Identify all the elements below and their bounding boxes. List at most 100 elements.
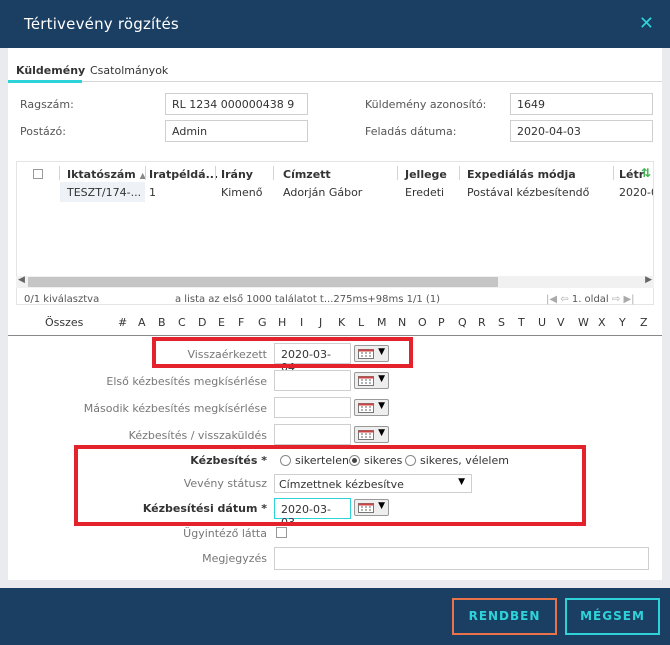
calendar-icon: [358, 376, 374, 386]
filter-letter[interactable]: A: [138, 316, 146, 329]
filter-letter[interactable]: H: [278, 316, 286, 329]
column-separator: [459, 166, 460, 180]
col-header-irany[interactable]: Irány: [221, 168, 253, 181]
tab-kuldemeny[interactable]: Küldemény: [8, 64, 85, 83]
filter-all[interactable]: Összes: [45, 316, 83, 329]
ugyintezo-latta-checkbox[interactable]: [276, 527, 287, 538]
megjegyzes-input[interactable]: [274, 547, 649, 570]
filter-letter[interactable]: E: [218, 316, 225, 329]
col-header-cimzett[interactable]: Címzett: [283, 168, 331, 181]
masodik-kezbesites-label: Második kézbesítés megkísérlése: [83, 402, 267, 415]
calendar-button[interactable]: ▼: [354, 399, 389, 416]
masodik-kezbesites-date-input[interactable]: [274, 397, 351, 418]
horizontal-scrollbar[interactable]: ◀ ▶: [16, 275, 654, 288]
chevron-down-icon: ▼: [378, 428, 385, 438]
filter-letter[interactable]: O: [418, 316, 427, 329]
filter-letter[interactable]: I: [300, 316, 303, 329]
col-header-jellege[interactable]: Jellege: [405, 168, 447, 181]
megjegyzes-label: Megjegyzés: [202, 552, 267, 565]
ok-button[interactable]: RENDBEN: [452, 598, 557, 635]
feladas-label: Feladás dátuma:: [365, 125, 457, 138]
prev-page-icon[interactable]: ⇦: [560, 294, 568, 305]
dialog-title: Tértivevény rögzítés: [24, 15, 179, 33]
cell-letrehozas: 2020-0: [619, 186, 653, 199]
calendar-button[interactable]: ▼: [354, 426, 389, 443]
calendar-icon: [358, 403, 374, 413]
column-separator: [215, 166, 216, 180]
filter-letter[interactable]: T: [518, 316, 525, 329]
filter-letter[interactable]: X: [598, 316, 606, 329]
column-separator: [613, 166, 614, 180]
calendar-icon: [358, 430, 374, 440]
column-separator: [397, 166, 398, 180]
col-header-iratpeldany[interactable]: Iratpéldá...: [149, 168, 218, 181]
ragszam-field[interactable]: RL 1234 000000438 9: [165, 93, 308, 115]
first-page-icon[interactable]: |◀: [546, 294, 557, 305]
alphabet-filter: Összes # A B C D E F G H I J K L M N O P…: [8, 316, 662, 336]
highlight-box-visszaerkezett: [152, 337, 413, 368]
next-page-icon[interactable]: ⇨: [612, 294, 620, 305]
postazo-label: Postázó:: [20, 125, 66, 138]
ragszam-label: Ragszám:: [20, 98, 74, 111]
dialog-content: Küldemény Csatolmányok Ragszám: RL 1234 …: [8, 48, 662, 580]
page-number: 1. oldal: [571, 294, 609, 305]
postazo-field[interactable]: Admin: [165, 120, 308, 142]
filter-letter[interactable]: U: [538, 316, 546, 329]
filter-letter[interactable]: D: [198, 316, 206, 329]
cancel-button[interactable]: MÉGSEM: [565, 598, 660, 635]
dialog-titlebar: Tértivevény rögzítés ✕: [0, 0, 670, 48]
dialog-footer: RENDBEN MÉGSEM: [0, 588, 670, 645]
filter-letter[interactable]: B: [158, 316, 166, 329]
filter-letter[interactable]: J: [319, 316, 322, 329]
scroll-right-icon[interactable]: ▶: [645, 275, 652, 285]
pager: |◀ ⇦ 1. oldal ⇨ ▶|: [546, 294, 635, 305]
filter-letter[interactable]: M: [377, 316, 387, 329]
column-separator: [273, 166, 274, 180]
selection-count: 0/1 kiválasztva: [24, 294, 100, 305]
filter-letter[interactable]: W: [578, 316, 589, 329]
filter-letter[interactable]: Z: [640, 316, 648, 329]
cell-jellege: Eredeti: [405, 186, 445, 199]
filter-letter[interactable]: S: [498, 316, 505, 329]
chevron-down-icon: ▼: [378, 374, 385, 384]
elso-kezbesites-label: Első kézbesítés megkísérlése: [106, 375, 267, 388]
azonosito-label: Küldemény azonosító:: [365, 98, 487, 111]
filter-letter[interactable]: P: [438, 316, 445, 329]
elso-kezbesites-date-input[interactable]: [274, 370, 351, 391]
filter-letter[interactable]: C: [178, 316, 186, 329]
filter-letter[interactable]: Q: [458, 316, 467, 329]
cell-expedialas: Postával kézbesítendő: [467, 186, 590, 199]
highlight-box-kezbesites: [74, 445, 586, 526]
filter-letter[interactable]: Y: [619, 316, 626, 329]
col-header-iktatoszam[interactable]: Iktatószám ▲: [67, 168, 146, 181]
select-all-checkbox[interactable]: [33, 169, 43, 179]
cell-cimzett: Adorján Gábor: [283, 186, 363, 199]
close-icon[interactable]: ✕: [639, 13, 654, 34]
calendar-button[interactable]: ▼: [354, 372, 389, 389]
filter-letter[interactable]: F: [238, 316, 244, 329]
column-separator: [59, 166, 60, 180]
cell-iktatoszam: TESZT/174-...: [67, 186, 142, 199]
col-header-expedialas[interactable]: Expediálás módja: [467, 168, 576, 181]
scrollbar-thumb[interactable]: [28, 277, 498, 287]
visszakuldes-date-input[interactable]: [274, 424, 351, 445]
cell-iratpeldany: 1: [149, 186, 156, 199]
filter-letter[interactable]: G: [258, 316, 267, 329]
scroll-left-icon[interactable]: ◀: [18, 275, 25, 285]
tab-csatolmanyok[interactable]: Csatolmányok: [90, 64, 168, 77]
feladas-field[interactable]: 2020-04-03: [510, 120, 653, 142]
column-separator: [145, 166, 146, 180]
last-page-icon[interactable]: ▶|: [623, 294, 634, 305]
ugyintezo-latta-label: Ügyintéző látta: [183, 527, 267, 540]
filter-letter[interactable]: N: [398, 316, 406, 329]
table-row[interactable]: TESZT/174-... 1 Kimenő Adorján Gábor Ere…: [17, 182, 653, 202]
refresh-icon[interactable]: ⇅: [641, 166, 651, 180]
filter-hash[interactable]: #: [118, 316, 127, 329]
azonosito-field[interactable]: 1649: [510, 93, 653, 115]
filter-letter[interactable]: K: [338, 316, 345, 329]
chevron-down-icon: ▼: [378, 401, 385, 411]
visszakuldes-label: Kézbesítés / visszaküldés: [128, 429, 267, 442]
filter-letter[interactable]: R: [478, 316, 486, 329]
filter-letter[interactable]: V: [557, 316, 565, 329]
filter-letter[interactable]: L: [358, 316, 364, 329]
